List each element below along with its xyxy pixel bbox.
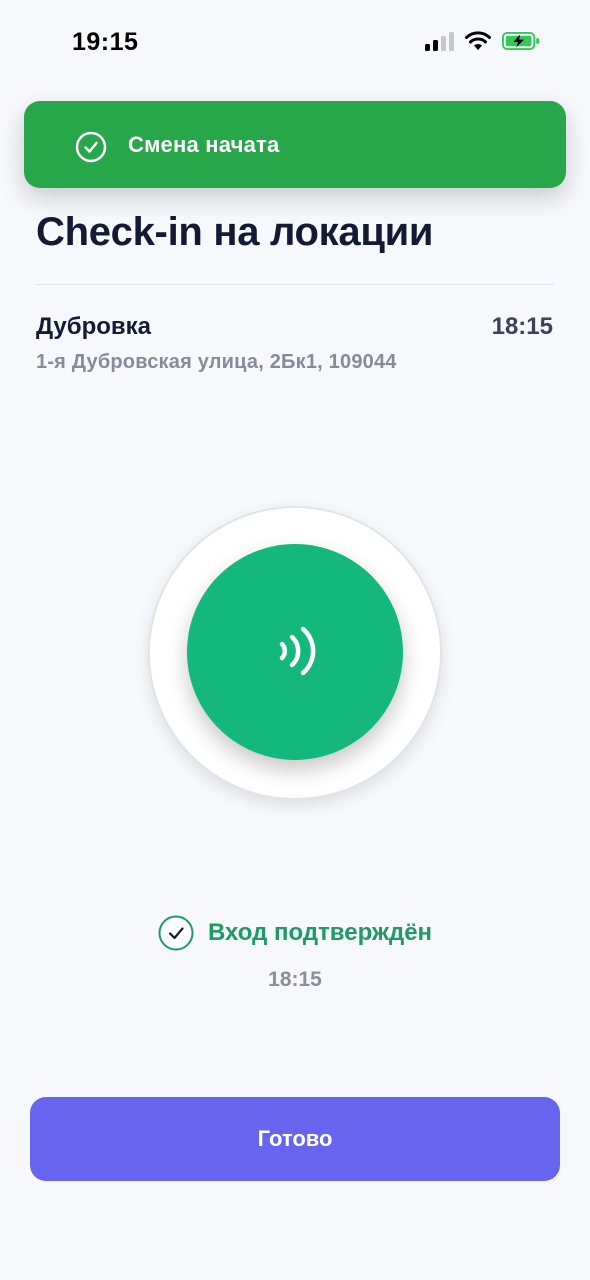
- location-address: 1-я Дубровская улица, 2Бк1, 109044: [36, 351, 397, 373]
- status-time: 19:15: [72, 28, 139, 56]
- done-button[interactable]: Готово: [30, 1097, 560, 1181]
- battery-charging-icon: [502, 31, 540, 51]
- signal-icon: [425, 31, 454, 51]
- location-name: Дубровка: [36, 313, 151, 340]
- wifi-icon: [465, 31, 491, 50]
- checkin-screen: 19:15 ‹ Сме: [0, 0, 590, 1280]
- divider: [36, 284, 554, 285]
- nfc-waves-icon: [279, 626, 316, 676]
- shift-started-toast: Смена начата: [24, 101, 566, 188]
- entry-confirmed-time: 18:15: [268, 968, 322, 991]
- toast-text: Смена начата: [128, 132, 280, 157]
- status-bar: 19:15: [0, 0, 590, 90]
- entry-confirmed-row: Вход подтверждён: [0, 915, 590, 951]
- entry-confirmed-text: Вход подтверждён: [207, 919, 433, 946]
- location-time: 18:15: [491, 313, 553, 340]
- check-circle-icon: [75, 131, 107, 163]
- page-title: Check-in на локации: [36, 210, 434, 254]
- check-circle-icon: [158, 915, 194, 951]
- status-icons: [425, 31, 540, 51]
